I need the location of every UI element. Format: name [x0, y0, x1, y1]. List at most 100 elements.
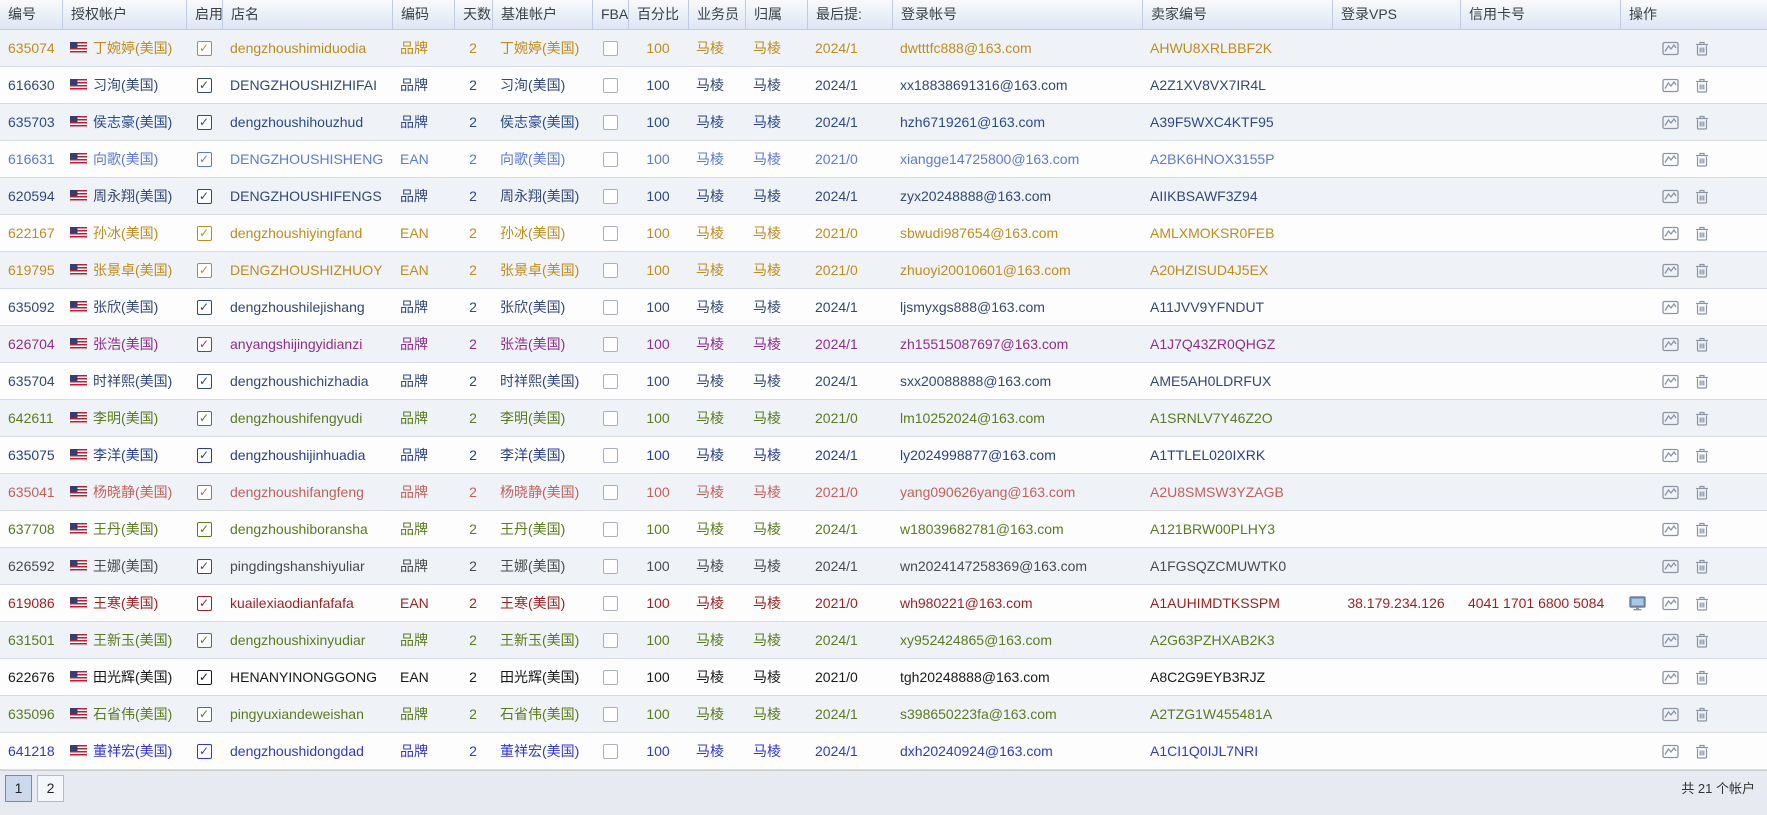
fba-checkbox[interactable]: [603, 41, 618, 56]
chart-icon[interactable]: [1662, 189, 1679, 204]
trash-icon[interactable]: [1695, 41, 1709, 56]
trash-icon[interactable]: [1695, 189, 1709, 204]
chart-icon[interactable]: [1662, 522, 1679, 537]
chart-icon[interactable]: [1662, 78, 1679, 93]
trash-icon[interactable]: [1695, 337, 1709, 352]
enabled-checkbox[interactable]: ✓: [197, 744, 212, 759]
fba-checkbox[interactable]: [603, 448, 618, 463]
trash-icon[interactable]: [1695, 633, 1709, 648]
enabled-checkbox[interactable]: ✓: [197, 633, 212, 648]
col-salesman[interactable]: 业务员: [688, 0, 745, 29]
col-credit-card[interactable]: 信用卡号: [1460, 0, 1620, 29]
trash-icon[interactable]: [1695, 522, 1709, 537]
enabled-checkbox[interactable]: ✓: [197, 448, 212, 463]
enabled-checkbox[interactable]: ✓: [197, 670, 212, 685]
chart-icon[interactable]: [1662, 559, 1679, 574]
trash-icon[interactable]: [1695, 448, 1709, 463]
fba-checkbox[interactable]: [603, 263, 618, 278]
fba-checkbox[interactable]: [603, 226, 618, 241]
trash-icon[interactable]: [1695, 559, 1709, 574]
col-login-vps[interactable]: 登录VPS: [1332, 0, 1460, 29]
fba-checkbox[interactable]: [603, 374, 618, 389]
trash-icon[interactable]: [1695, 115, 1709, 130]
trash-icon[interactable]: [1695, 152, 1709, 167]
enabled-checkbox[interactable]: ✓: [197, 596, 212, 611]
trash-icon[interactable]: [1695, 596, 1709, 611]
col-owner[interactable]: 归属: [745, 0, 807, 29]
fba-checkbox[interactable]: [603, 559, 618, 574]
col-percent[interactable]: 百分比: [628, 0, 688, 29]
enabled-checkbox[interactable]: ✓: [197, 522, 212, 537]
chart-icon[interactable]: [1662, 448, 1679, 463]
enabled-checkbox[interactable]: ✓: [197, 263, 212, 278]
enabled-checkbox[interactable]: ✓: [197, 337, 212, 352]
fba-checkbox[interactable]: [603, 189, 618, 204]
fba-checkbox[interactable]: [603, 744, 618, 759]
trash-icon[interactable]: [1695, 374, 1709, 389]
fba-checkbox[interactable]: [603, 78, 618, 93]
fba-checkbox[interactable]: [603, 670, 618, 685]
fba-checkbox[interactable]: [603, 152, 618, 167]
col-enabled[interactable]: 启用: [186, 0, 222, 29]
col-base-account[interactable]: 基准帐户: [492, 0, 592, 29]
col-account[interactable]: 授权帐户: [62, 0, 186, 29]
trash-icon[interactable]: [1695, 300, 1709, 315]
enabled-checkbox[interactable]: ✓: [197, 300, 212, 315]
enabled-checkbox[interactable]: ✓: [197, 374, 212, 389]
chart-icon[interactable]: [1662, 226, 1679, 241]
enabled-checkbox[interactable]: ✓: [197, 78, 212, 93]
fba-checkbox[interactable]: [603, 115, 618, 130]
trash-icon[interactable]: [1695, 485, 1709, 500]
chart-icon[interactable]: [1662, 41, 1679, 56]
enabled-checkbox[interactable]: ✓: [197, 152, 212, 167]
chart-icon[interactable]: [1662, 115, 1679, 130]
enabled-checkbox[interactable]: ✓: [197, 226, 212, 241]
chart-icon[interactable]: [1662, 374, 1679, 389]
col-last-submit[interactable]: 最后提:: [807, 0, 892, 29]
trash-icon[interactable]: [1695, 411, 1709, 426]
enabled-checkbox[interactable]: ✓: [197, 189, 212, 204]
enabled-checkbox[interactable]: ✓: [197, 485, 212, 500]
col-fba[interactable]: FBA: [592, 0, 628, 29]
enabled-checkbox[interactable]: ✓: [197, 41, 212, 56]
trash-icon[interactable]: [1695, 744, 1709, 759]
col-store[interactable]: 店名: [222, 0, 392, 29]
chart-icon[interactable]: [1662, 707, 1679, 722]
chart-icon[interactable]: [1662, 670, 1679, 685]
enabled-checkbox[interactable]: ✓: [197, 411, 212, 426]
col-code[interactable]: 编码: [392, 0, 454, 29]
enabled-checkbox[interactable]: ✓: [197, 707, 212, 722]
chart-icon[interactable]: [1662, 411, 1679, 426]
page-button-1[interactable]: 1: [5, 775, 32, 802]
trash-icon[interactable]: [1695, 670, 1709, 685]
fba-checkbox[interactable]: [603, 633, 618, 648]
chart-icon[interactable]: [1662, 633, 1679, 648]
chart-icon[interactable]: [1662, 263, 1679, 278]
fba-checkbox[interactable]: [603, 707, 618, 722]
trash-icon[interactable]: [1695, 263, 1709, 278]
col-id[interactable]: 编号: [0, 0, 62, 29]
chart-icon[interactable]: [1662, 596, 1679, 611]
trash-icon[interactable]: [1695, 707, 1709, 722]
enabled-checkbox[interactable]: ✓: [197, 115, 212, 130]
chart-icon[interactable]: [1662, 485, 1679, 500]
fba-checkbox[interactable]: [603, 485, 618, 500]
fba-checkbox[interactable]: [603, 596, 618, 611]
col-login-account[interactable]: 登录帐号: [892, 0, 1142, 29]
chart-icon[interactable]: [1662, 337, 1679, 352]
enabled-checkbox[interactable]: ✓: [197, 559, 212, 574]
chart-icon[interactable]: [1662, 300, 1679, 315]
fba-checkbox[interactable]: [603, 411, 618, 426]
trash-icon[interactable]: [1695, 78, 1709, 93]
chart-icon[interactable]: [1662, 152, 1679, 167]
col-days[interactable]: 天数: [454, 0, 492, 29]
col-seller-id[interactable]: 卖家编号: [1142, 0, 1332, 29]
monitor-icon[interactable]: [1629, 596, 1646, 611]
chart-icon[interactable]: [1662, 744, 1679, 759]
page-button-2[interactable]: 2: [37, 775, 64, 802]
fba-checkbox[interactable]: [603, 300, 618, 315]
trash-icon[interactable]: [1695, 226, 1709, 241]
fba-checkbox[interactable]: [603, 337, 618, 352]
col-operations[interactable]: 操作: [1620, 0, 1767, 29]
fba-checkbox[interactable]: [603, 522, 618, 537]
